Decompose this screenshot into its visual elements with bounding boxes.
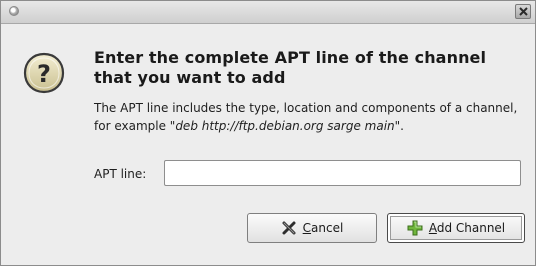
- close-button[interactable]: [515, 4, 531, 19]
- description-example: deb http://ftp.debian.org sarge main: [175, 119, 395, 133]
- cancel-button[interactable]: Cancel: [247, 213, 377, 243]
- cancel-button-label: Cancel: [302, 221, 344, 235]
- question-icon: ?: [22, 51, 66, 95]
- description-suffix: ".: [394, 119, 404, 133]
- cancel-x-icon: [281, 220, 297, 236]
- add-plus-icon: [407, 220, 423, 236]
- close-icon: [519, 7, 528, 16]
- title-bar[interactable]: [1, 1, 535, 24]
- svg-text:?: ?: [37, 60, 51, 88]
- apt-line-input[interactable]: [164, 160, 521, 186]
- window-menu-icon[interactable]: [9, 6, 19, 16]
- dialog-heading: Enter the complete APT line of the chann…: [94, 48, 487, 87]
- add-channel-button-label: Add Channel: [428, 221, 506, 235]
- add-channel-button[interactable]: Add Channel: [387, 213, 525, 243]
- apt-line-label: APT line:: [94, 167, 147, 181]
- dialog-description: The APT line includes the type, location…: [94, 99, 530, 135]
- dialog-window: ? Enter the complete APT line of the cha…: [0, 0, 536, 266]
